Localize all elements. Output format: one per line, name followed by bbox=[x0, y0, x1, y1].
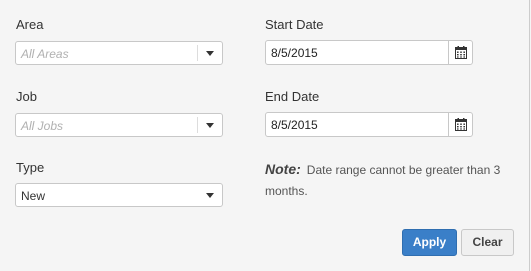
area-label: Area bbox=[16, 17, 44, 32]
calendar-icon[interactable] bbox=[455, 118, 467, 131]
job-select-placeholder: All Jobs bbox=[21, 119, 64, 133]
end-date-field[interactable]: 8/5/2015 bbox=[265, 112, 473, 137]
divider bbox=[448, 41, 449, 64]
chevron-down-icon[interactable] bbox=[206, 193, 214, 198]
job-label: Job bbox=[16, 89, 37, 104]
calendar-icon[interactable] bbox=[455, 46, 467, 59]
job-select[interactable]: All Jobs bbox=[15, 113, 223, 137]
start-date-value: 8/5/2015 bbox=[271, 46, 318, 60]
divider bbox=[197, 45, 198, 61]
type-label: Type bbox=[16, 160, 45, 175]
filter-panel: Area All Areas Job All Jobs Type New Sta… bbox=[0, 0, 530, 271]
area-select[interactable]: All Areas bbox=[15, 41, 223, 65]
date-range-note: Note: Date range cannot be greater than 3… bbox=[265, 159, 515, 202]
type-select[interactable]: New bbox=[15, 183, 223, 207]
end-date-value: 8/5/2015 bbox=[271, 118, 318, 132]
note-title: Note: bbox=[265, 161, 301, 177]
apply-button[interactable]: Apply bbox=[402, 229, 457, 256]
chevron-down-icon[interactable] bbox=[206, 51, 214, 56]
type-select-value: New bbox=[21, 189, 46, 203]
start-date-field[interactable]: 8/5/2015 bbox=[265, 40, 473, 65]
start-date-label: Start Date bbox=[265, 17, 324, 32]
chevron-down-icon[interactable] bbox=[206, 123, 214, 128]
divider bbox=[448, 113, 449, 136]
area-select-placeholder: All Areas bbox=[21, 47, 69, 61]
end-date-label: End Date bbox=[265, 89, 320, 104]
divider bbox=[197, 117, 198, 133]
clear-button[interactable]: Clear bbox=[461, 229, 514, 256]
